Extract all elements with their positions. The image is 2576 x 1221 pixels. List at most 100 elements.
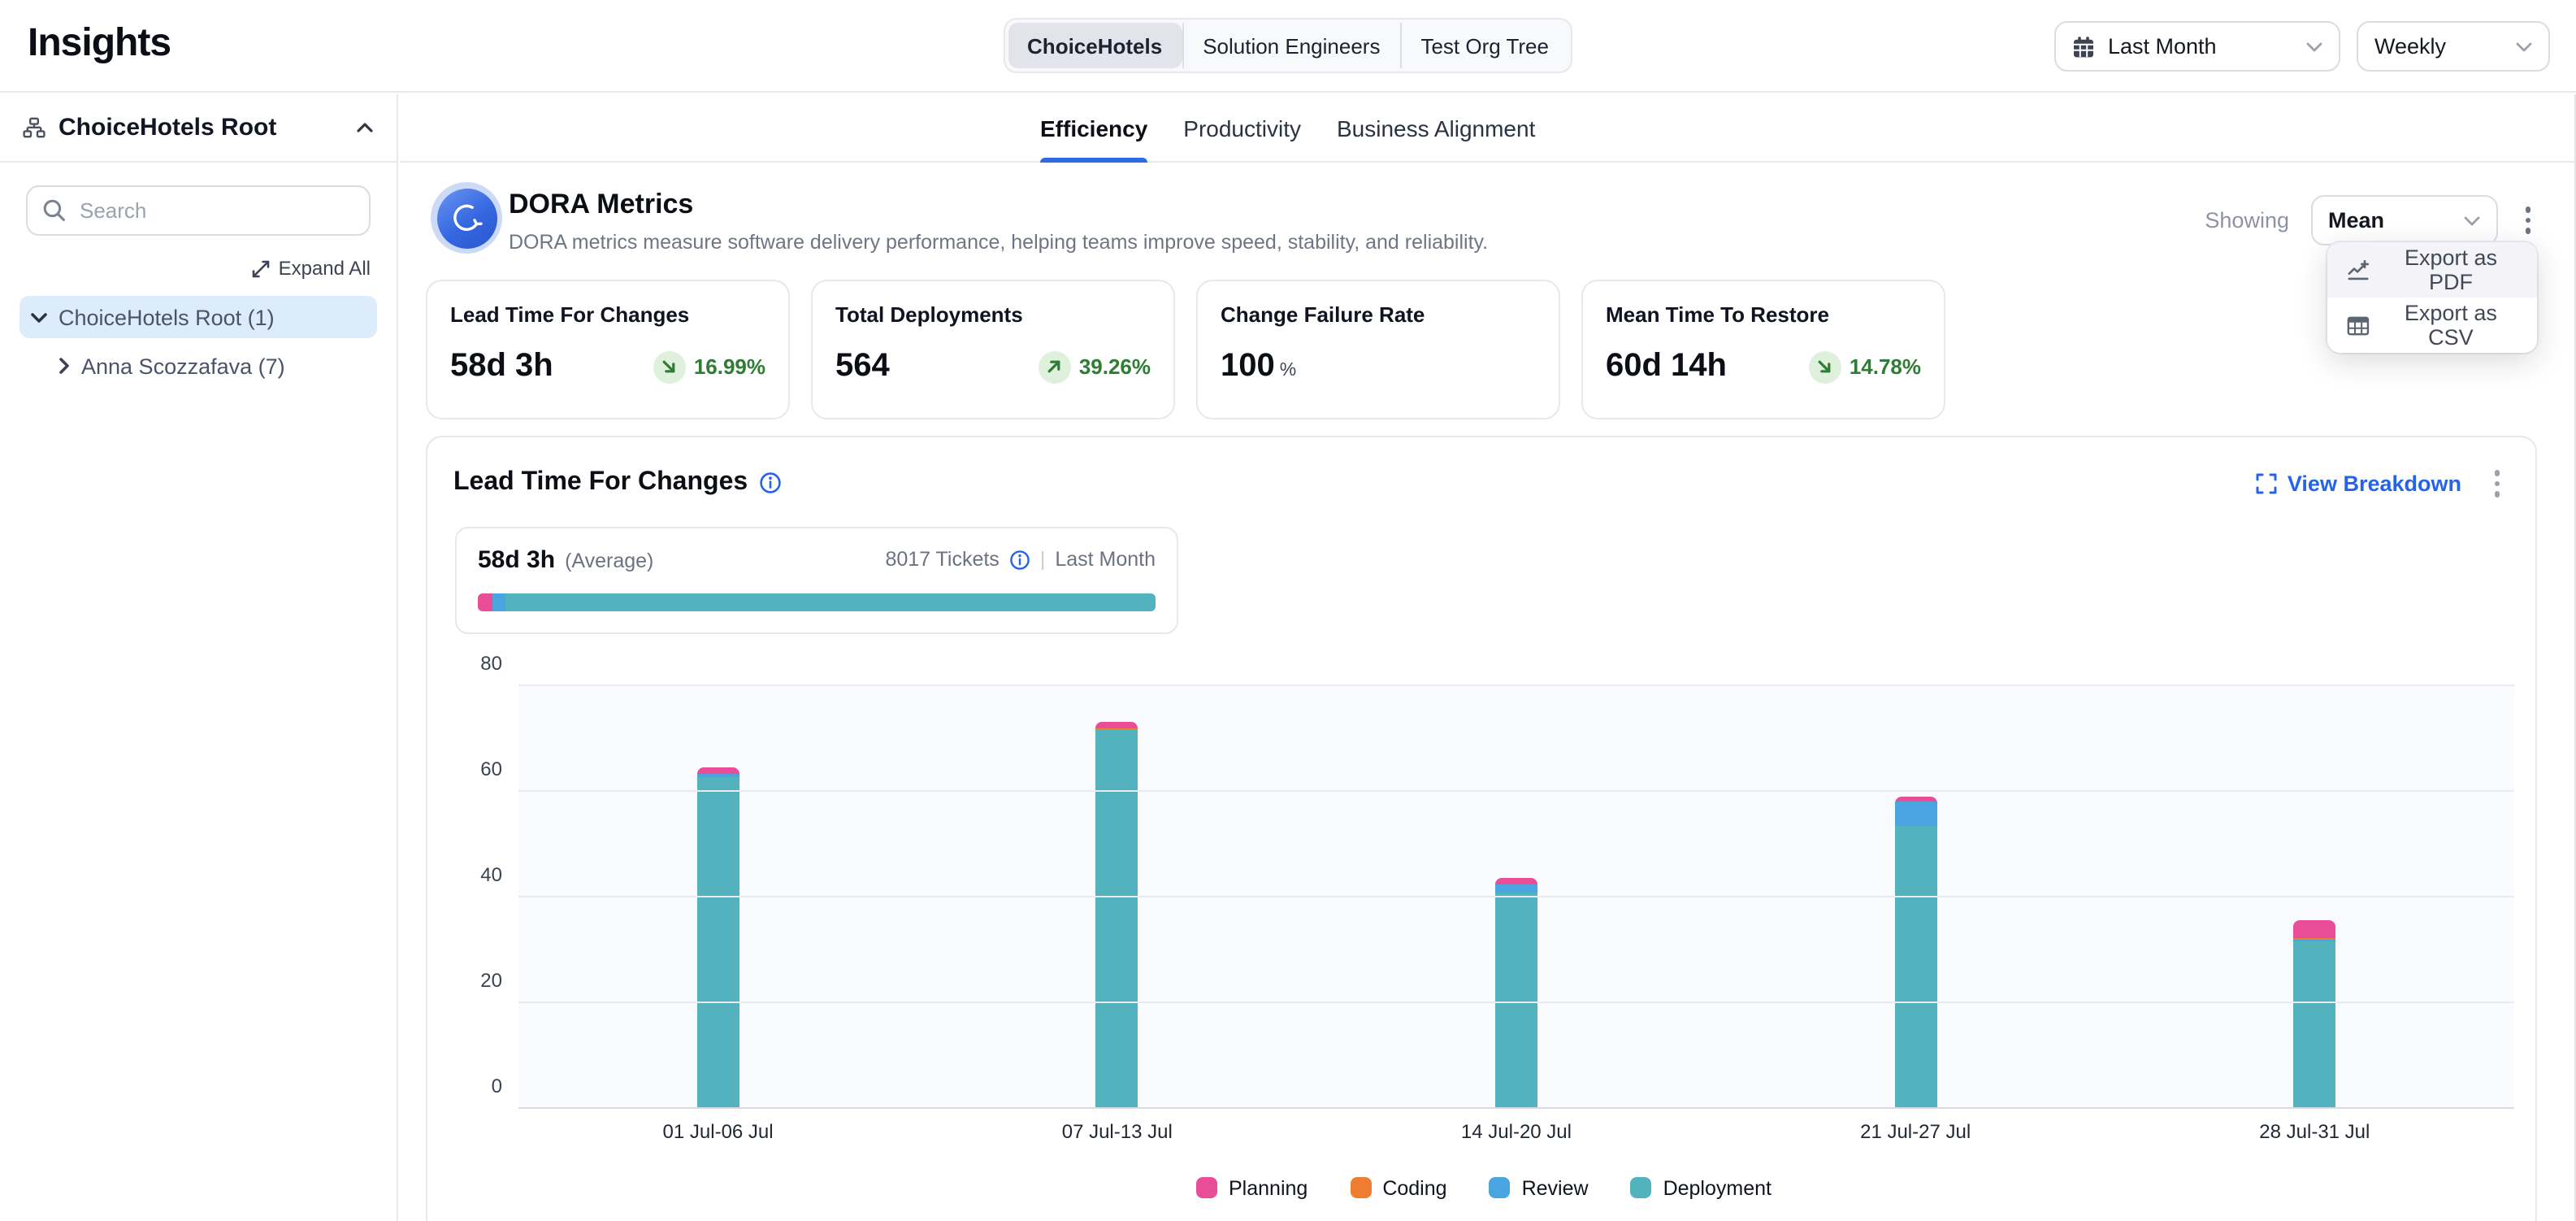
gridline xyxy=(518,684,2514,685)
stacked-bar[interactable] xyxy=(697,767,739,1106)
stacked-bar[interactable] xyxy=(1894,797,1936,1106)
card-title: Mean Time To Restore xyxy=(1606,302,1921,327)
phase-distribution-bar xyxy=(478,593,1156,610)
bar-segment-planning xyxy=(1495,878,1537,884)
bar-segment-deployment xyxy=(1096,730,1138,1106)
x-label: 28 Jul-31 Jul xyxy=(2115,1119,2514,1142)
expand-all-label: Expand All xyxy=(279,257,371,280)
legend-deployment[interactable]: Deployment xyxy=(1631,1176,1772,1199)
distribution-segment-planning xyxy=(478,593,492,610)
card-total-deployments: Total Deployments 564 39.26% xyxy=(811,280,1175,419)
card-value: 58d 3h xyxy=(450,348,553,385)
legend-planning[interactable]: Planning xyxy=(1196,1176,1308,1199)
stacked-bar[interactable] xyxy=(2293,920,2335,1106)
search-icon xyxy=(42,198,67,223)
separator: | xyxy=(1040,548,1046,571)
dora-controls: Showing Mean xyxy=(2205,195,2537,246)
cycle-icon xyxy=(449,200,484,236)
distribution-segment-deployment xyxy=(505,593,1156,610)
chevron-up-icon xyxy=(356,122,374,133)
granularity-select[interactable]: Weekly xyxy=(2357,21,2550,72)
card-unit: % xyxy=(1280,361,1296,380)
dora-more-menu-button[interactable] xyxy=(2518,201,2537,241)
org-tab-choicehotels[interactable]: ChoiceHotels xyxy=(1008,23,1182,68)
bar-segment-deployment xyxy=(1894,827,1936,1107)
delta-badge: 14.78% xyxy=(1809,350,1921,383)
legend-review[interactable]: Review xyxy=(1490,1176,1589,1199)
tree-item-choicehotels-root[interactable]: ChoiceHotels Root (1) xyxy=(20,296,377,338)
chevron-down-icon xyxy=(31,311,47,323)
chart-legend: Planning Coding Review Deployment xyxy=(453,1176,2514,1199)
expand-all-icon xyxy=(253,259,271,277)
org-tab-solution-engineers[interactable]: Solution Engineers xyxy=(1182,23,1399,68)
org-tree-icon xyxy=(23,116,46,139)
legend-label: Coding xyxy=(1382,1176,1446,1199)
average-label: (Average) xyxy=(565,549,653,571)
legend-chip xyxy=(1490,1177,1511,1198)
lead-time-section: Lead Time For Changes View Breakdown 58d… xyxy=(426,436,2537,1221)
search-input[interactable] xyxy=(26,185,371,236)
chevron-down-icon xyxy=(2516,41,2532,51)
delta-value: 39.26% xyxy=(1079,354,1151,379)
card-change-failure-rate: Change Failure Rate 100% xyxy=(1196,280,1560,419)
sidebar-collapse-button[interactable] xyxy=(356,122,374,133)
stacked-bar[interactable] xyxy=(1495,878,1537,1106)
tab-business-alignment[interactable]: Business Alignment xyxy=(1337,93,1535,162)
delta-badge: 39.26% xyxy=(1039,350,1151,383)
legend-coding[interactable]: Coding xyxy=(1350,1176,1446,1199)
aggregation-value: Mean xyxy=(2328,208,2450,232)
info-icon[interactable] xyxy=(759,472,782,495)
chart-x-labels: 01 Jul-06 Jul 07 Jul-13 Jul 14 Jul-20 Ju… xyxy=(518,1119,2514,1142)
delta-badge: 16.99% xyxy=(653,350,765,383)
export-pdf-menu-item[interactable]: Export as PDF xyxy=(2327,242,2537,298)
date-range-select[interactable]: Last Month xyxy=(2054,21,2340,72)
view-breakdown-button[interactable]: View Breakdown xyxy=(2257,471,2461,496)
card-value: 564 xyxy=(835,348,890,385)
y-tick-label: 0 xyxy=(453,1074,502,1097)
bar-segment-planning xyxy=(2293,920,2335,937)
stacked-bar[interactable] xyxy=(1096,723,1138,1106)
delta-value: 16.99% xyxy=(694,354,765,379)
tab-productivity[interactable]: Productivity xyxy=(1183,93,1301,162)
export-csv-label: Export as CSV xyxy=(2384,301,2517,350)
search-box xyxy=(26,185,371,236)
table-icon xyxy=(2347,313,2370,337)
card-value: 60d 14h xyxy=(1606,348,1727,385)
export-csv-menu-item[interactable]: Export as CSV xyxy=(2327,298,2537,353)
sidebar-root-label: ChoiceHotels Root xyxy=(59,114,276,141)
card-title: Lead Time For Changes xyxy=(450,302,765,327)
tree-item-label: Anna Scozzafava (7) xyxy=(81,354,285,378)
lead-time-summary-card: 58d 3h (Average) 8017 Tickets | Last Mon… xyxy=(455,526,1178,633)
card-value: 100% xyxy=(1221,348,1296,385)
x-label: 01 Jul-06 Jul xyxy=(518,1119,917,1142)
view-breakdown-label: View Breakdown xyxy=(2288,471,2461,496)
gridline xyxy=(518,789,2514,791)
org-tab-test-org-tree[interactable]: Test Org Tree xyxy=(1399,23,1568,68)
expand-corners-icon xyxy=(2257,473,2278,494)
card-title: Change Failure Rate xyxy=(1221,302,1536,327)
chevron-down-icon xyxy=(2306,41,2322,51)
y-tick-label: 80 xyxy=(453,651,502,674)
legend-label: Deployment xyxy=(1663,1176,1772,1199)
tickets-count: 8017 Tickets xyxy=(885,548,999,571)
y-tick-label: 40 xyxy=(453,863,502,885)
bar-segment-deployment xyxy=(2293,941,2335,1106)
aggregation-select[interactable]: Mean xyxy=(2310,195,2497,246)
expand-all-button[interactable]: Expand All xyxy=(253,257,371,280)
x-label: 14 Jul-20 Jul xyxy=(1316,1119,1715,1142)
gridline xyxy=(518,1001,2514,1002)
x-label: 07 Jul-13 Jul xyxy=(917,1119,1316,1142)
card-lead-time-for-changes: Lead Time For Changes 58d 3h 16.99% xyxy=(426,280,790,419)
tab-efficiency[interactable]: Efficiency xyxy=(1040,93,1147,162)
bar-segment-review xyxy=(1894,802,1936,827)
tree-item-anna-scozzafava[interactable]: Anna Scozzafava (7) xyxy=(20,345,377,387)
chevron-down-icon xyxy=(2463,215,2479,225)
chart-export-icon xyxy=(2347,258,2370,282)
lead-time-more-menu-button[interactable] xyxy=(2487,463,2506,503)
bar-segment-planning xyxy=(697,767,739,774)
info-icon[interactable] xyxy=(1009,549,1030,570)
lead-time-title: Lead Time For Changes xyxy=(453,469,782,498)
calendar-icon xyxy=(2072,35,2095,58)
card-title: Total Deployments xyxy=(835,302,1151,327)
legend-chip xyxy=(1631,1177,1652,1198)
